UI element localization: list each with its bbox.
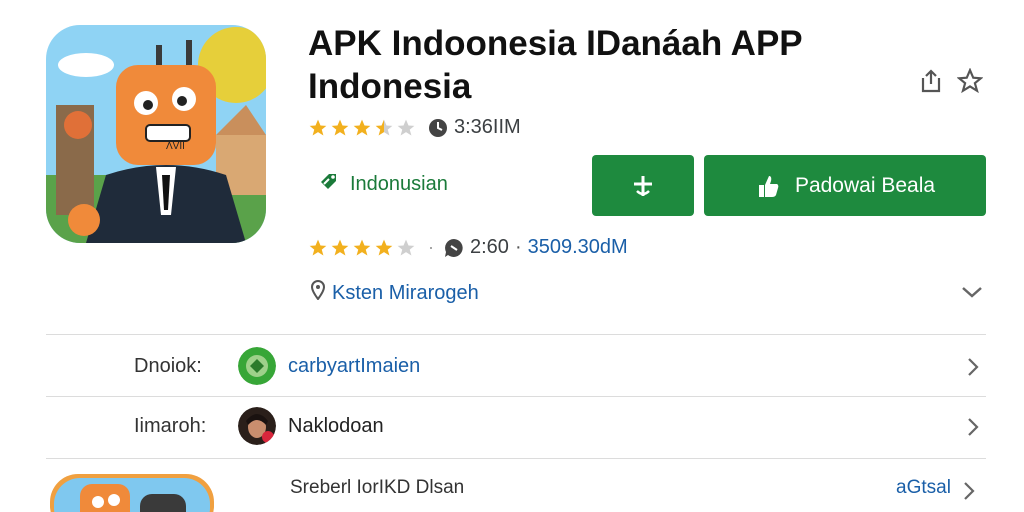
language-tag[interactable]: Indonusian bbox=[318, 170, 448, 198]
add-button[interactable] bbox=[592, 155, 694, 216]
star-outline-icon bbox=[957, 68, 983, 94]
publisher-row[interactable]: Iimaroh: Naklodoan bbox=[46, 396, 986, 456]
hand-icon bbox=[758, 175, 779, 197]
rating-star-icon bbox=[375, 119, 393, 135]
language-label: Indonusian bbox=[350, 172, 448, 195]
tag-icon bbox=[318, 170, 340, 198]
rating-star-icon bbox=[331, 239, 349, 255]
developer-value: carbyartImaien bbox=[288, 354, 421, 377]
install-label: Padowai Beala bbox=[794, 173, 936, 197]
developer-label: Dnoiok: bbox=[134, 354, 202, 377]
divider bbox=[46, 458, 986, 459]
rating-star-icon bbox=[353, 239, 371, 255]
publisher-label: Iimaroh: bbox=[134, 414, 207, 437]
rating-star-icon bbox=[309, 239, 327, 255]
share-button[interactable] bbox=[916, 66, 946, 96]
primary-star-rating bbox=[308, 118, 416, 138]
rating-star-icon bbox=[309, 119, 327, 135]
rating-star-icon bbox=[397, 119, 415, 135]
rating-star-icon bbox=[331, 119, 349, 135]
location-link[interactable]: Ksten Mirarogeh bbox=[310, 279, 479, 306]
wishlist-button[interactable] bbox=[955, 66, 985, 96]
app-title: APK Indoonesia IDanáah APP Indonesia bbox=[308, 24, 802, 106]
chat-icon bbox=[444, 238, 464, 258]
primary-rating-row: 3:36IIM bbox=[308, 116, 521, 139]
location-pin-icon bbox=[310, 279, 326, 306]
see-all-link[interactable]: aGtsal bbox=[896, 477, 951, 499]
location-label: Ksten Mirarogeh bbox=[332, 281, 479, 304]
developer-avatar bbox=[238, 347, 276, 385]
developer-row[interactable]: Dnoiok: carbyartImaien bbox=[46, 336, 986, 396]
divider bbox=[46, 334, 986, 335]
rating-star-icon bbox=[397, 239, 415, 255]
chevron-right-icon bbox=[968, 418, 979, 436]
download-count: 3:36IIM bbox=[454, 116, 521, 138]
chevron-down-icon bbox=[962, 287, 982, 298]
related-section-title: Sreberl IorIKD Dlsan bbox=[290, 477, 465, 498]
install-button[interactable]: Padowai Beala bbox=[704, 155, 986, 216]
related-app-thumbnail[interactable] bbox=[50, 474, 214, 512]
separator: · bbox=[428, 237, 434, 257]
chevron-right-icon[interactable] bbox=[962, 480, 976, 502]
publisher-value: Naklodoan bbox=[288, 414, 384, 437]
dot-separator: · bbox=[514, 236, 522, 258]
chevron-right-icon bbox=[968, 358, 979, 376]
review-count: 2:60 bbox=[470, 236, 509, 258]
rating-star-icon bbox=[353, 119, 371, 135]
expand-button[interactable] bbox=[958, 282, 986, 306]
icon-label: ΛVII bbox=[166, 141, 185, 152]
app-size: 3509.30dM bbox=[527, 236, 628, 258]
publisher-avatar bbox=[238, 407, 276, 445]
app-icon: ΛVII bbox=[46, 25, 266, 243]
clock-icon bbox=[428, 118, 448, 138]
share-icon bbox=[921, 69, 941, 93]
secondary-star-rating bbox=[308, 238, 416, 258]
rating-star-icon bbox=[375, 239, 393, 255]
secondary-rating-row: · 2:60 · 3509.30dM bbox=[308, 236, 628, 259]
plus-icon bbox=[634, 175, 652, 196]
